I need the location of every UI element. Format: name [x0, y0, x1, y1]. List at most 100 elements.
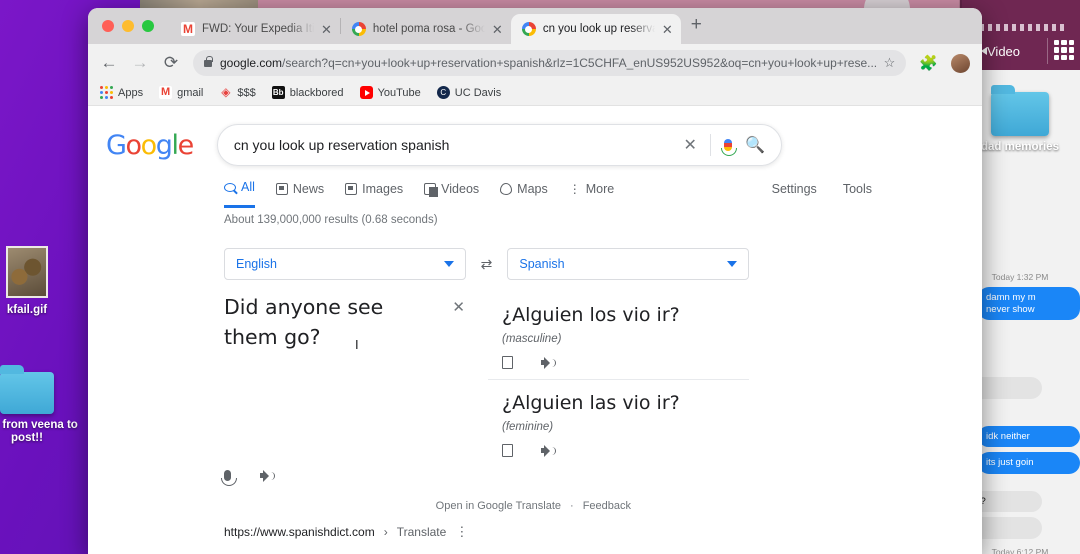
result-url: https://www.spanishdict.com	[224, 525, 375, 539]
translation-block-feminine: ¿Alguien las vio ir? (feminine)	[488, 380, 749, 467]
video-button-label: Video	[987, 43, 1021, 59]
bookmark-star-icon[interactable]: ☆	[884, 55, 896, 71]
microphone-icon[interactable]	[720, 139, 737, 156]
chat-bubble: its just goin	[978, 452, 1080, 474]
tab-all[interactable]: All	[224, 180, 255, 208]
bookmark-ucdavis[interactable]: UC Davis	[436, 86, 501, 99]
bookmark-blackboard[interactable]: blackbored	[271, 86, 344, 99]
swap-languages-icon[interactable]: ⇄	[481, 256, 493, 273]
chevron-down-icon	[443, 261, 454, 267]
search-header: Google cn you look up reservation spanis…	[88, 106, 982, 166]
tab-news[interactable]: News	[275, 181, 325, 207]
desktop-icon-pics-folder[interactable]: pics from veena to post!!	[0, 365, 82, 445]
tab-maps[interactable]: Maps	[500, 182, 548, 207]
close-tab-icon[interactable]: ✕	[662, 23, 673, 36]
google-logo[interactable]: Google	[106, 130, 194, 161]
tab-more[interactable]: ⋮ More	[569, 182, 614, 207]
chevron-down-icon	[727, 261, 738, 267]
maximize-window-button[interactable]	[142, 20, 154, 32]
ucdavis-icon	[436, 86, 450, 99]
source-language-label: English	[236, 257, 277, 271]
bookmark-label: gmail	[177, 86, 204, 99]
address-bar[interactable]: google.com/search?q=cn+you+look+up+reser…	[193, 50, 907, 76]
minimize-window-button[interactable]	[122, 20, 134, 32]
bookmark-gmail[interactable]: gmail	[159, 86, 203, 99]
bookmark-label: $$$	[237, 86, 256, 99]
settings-button[interactable]: Settings	[772, 182, 817, 196]
bookmark-label: YouTube	[377, 86, 421, 99]
money-icon	[219, 86, 232, 99]
browser-toolbar: ← → ⟳ google.com/search?q=cn+you+look+up…	[88, 44, 982, 82]
chrome-browser-window: FWD: Your Expedia Itinerary f ✕ hotel po…	[88, 8, 982, 554]
search-input[interactable]: cn you look up reservation spanish ✕ 🔍	[216, 124, 782, 166]
gmail-icon	[181, 22, 195, 36]
result-breadcrumb-separator: ›	[383, 525, 388, 539]
search-result-spanishdict[interactable]: https://www.spanishdict.com › Translate …	[88, 512, 982, 540]
bookmark-youtube[interactable]: YouTube	[359, 86, 421, 99]
apps-grid-icon[interactable]	[1054, 40, 1074, 60]
folder-icon	[0, 365, 54, 414]
target-language-select[interactable]: Spanish	[507, 248, 750, 280]
copy-icon[interactable]	[502, 353, 519, 369]
reload-button[interactable]: ⟳	[162, 53, 180, 73]
speaker-icon[interactable]	[260, 469, 275, 482]
tab-label: All	[241, 180, 255, 194]
source-language-select[interactable]: English	[224, 248, 466, 280]
close-tab-icon[interactable]: ✕	[321, 23, 332, 36]
tab-label: Maps	[517, 181, 548, 196]
tab-label: News	[292, 181, 325, 196]
apps-grid-icon	[100, 86, 113, 99]
search-icon[interactable]: 🔍	[745, 135, 765, 155]
tools-button[interactable]: Tools	[843, 182, 872, 196]
image-icon	[345, 182, 358, 195]
youtube-icon	[359, 86, 373, 99]
translation-text: ¿Alguien los vio ir?	[502, 304, 680, 326]
source-text-pane[interactable]: Did anyone see them go? ✕ I	[220, 292, 469, 492]
profile-avatar[interactable]	[951, 53, 970, 73]
clear-search-icon[interactable]: ✕	[684, 135, 697, 155]
text-cursor-icon: I	[355, 337, 359, 352]
tab-title: cn you look up reservation spa	[542, 23, 655, 35]
gmail-icon	[159, 86, 173, 99]
desktop-icon-kfail-gif[interactable]: kfail.gif	[0, 246, 82, 317]
speaker-icon[interactable]	[541, 444, 556, 457]
browser-tab-active[interactable]: cn you look up reservation spa ✕	[510, 14, 681, 44]
extensions-puzzle-icon[interactable]: 🧩	[919, 54, 938, 72]
feedback-link[interactable]: Feedback	[583, 500, 631, 512]
google-icon	[351, 22, 366, 36]
translation-tools	[502, 353, 735, 369]
close-window-button[interactable]	[102, 20, 114, 32]
translate-footer: Open in Google Translate · Feedback	[224, 492, 749, 512]
back-button[interactable]: ←	[100, 53, 118, 73]
close-tab-icon[interactable]: ✕	[492, 23, 503, 36]
bookmark-apps[interactable]: Apps	[100, 86, 143, 99]
forward-button[interactable]: →	[131, 53, 149, 73]
kebab-menu-icon[interactable]: ⋮	[455, 524, 468, 540]
clear-source-icon[interactable]: ✕	[452, 298, 465, 316]
footer-separator: ·	[570, 500, 574, 512]
open-in-google-translate-link[interactable]: Open in Google Translate	[436, 500, 561, 512]
url-path: /search?q=cn+you+look+up+reservation+spa…	[282, 56, 876, 70]
map-pin-icon	[500, 182, 513, 195]
google-search-page: Google cn you look up reservation spanis…	[88, 106, 982, 554]
microphone-icon[interactable]	[220, 470, 237, 486]
bookmark-label: blackbored	[289, 86, 344, 99]
magnifier-icon	[224, 182, 236, 192]
copy-icon[interactable]	[502, 441, 519, 457]
source-text: Did anyone see them go?	[224, 295, 384, 349]
bookmark-money[interactable]: $$$	[219, 86, 255, 99]
google-icon	[521, 22, 536, 36]
target-language-label: Spanish	[519, 257, 565, 271]
search-nav-tabs: All News Images Videos Maps ⋮ More Setti…	[88, 166, 982, 208]
tab-images[interactable]: Images	[345, 182, 403, 207]
new-tab-button[interactable]: +	[681, 15, 712, 38]
tab-videos[interactable]: Videos	[424, 182, 479, 207]
tab-title: FWD: Your Expedia Itinerary f	[202, 23, 314, 35]
bookmark-label: Apps	[118, 86, 144, 99]
speaker-icon[interactable]	[541, 356, 556, 369]
chat-bubble: damn my m never show	[978, 287, 1080, 320]
browser-tab-gmail[interactable]: FWD: Your Expedia Itinerary f ✕	[170, 14, 340, 44]
browser-tab-hotel[interactable]: hotel poma rosa - Google Sea ✕	[341, 14, 511, 44]
tab-strip: FWD: Your Expedia Itinerary f ✕ hotel po…	[88, 8, 982, 44]
tab-title: hotel poma rosa - Google Sea	[372, 23, 485, 35]
